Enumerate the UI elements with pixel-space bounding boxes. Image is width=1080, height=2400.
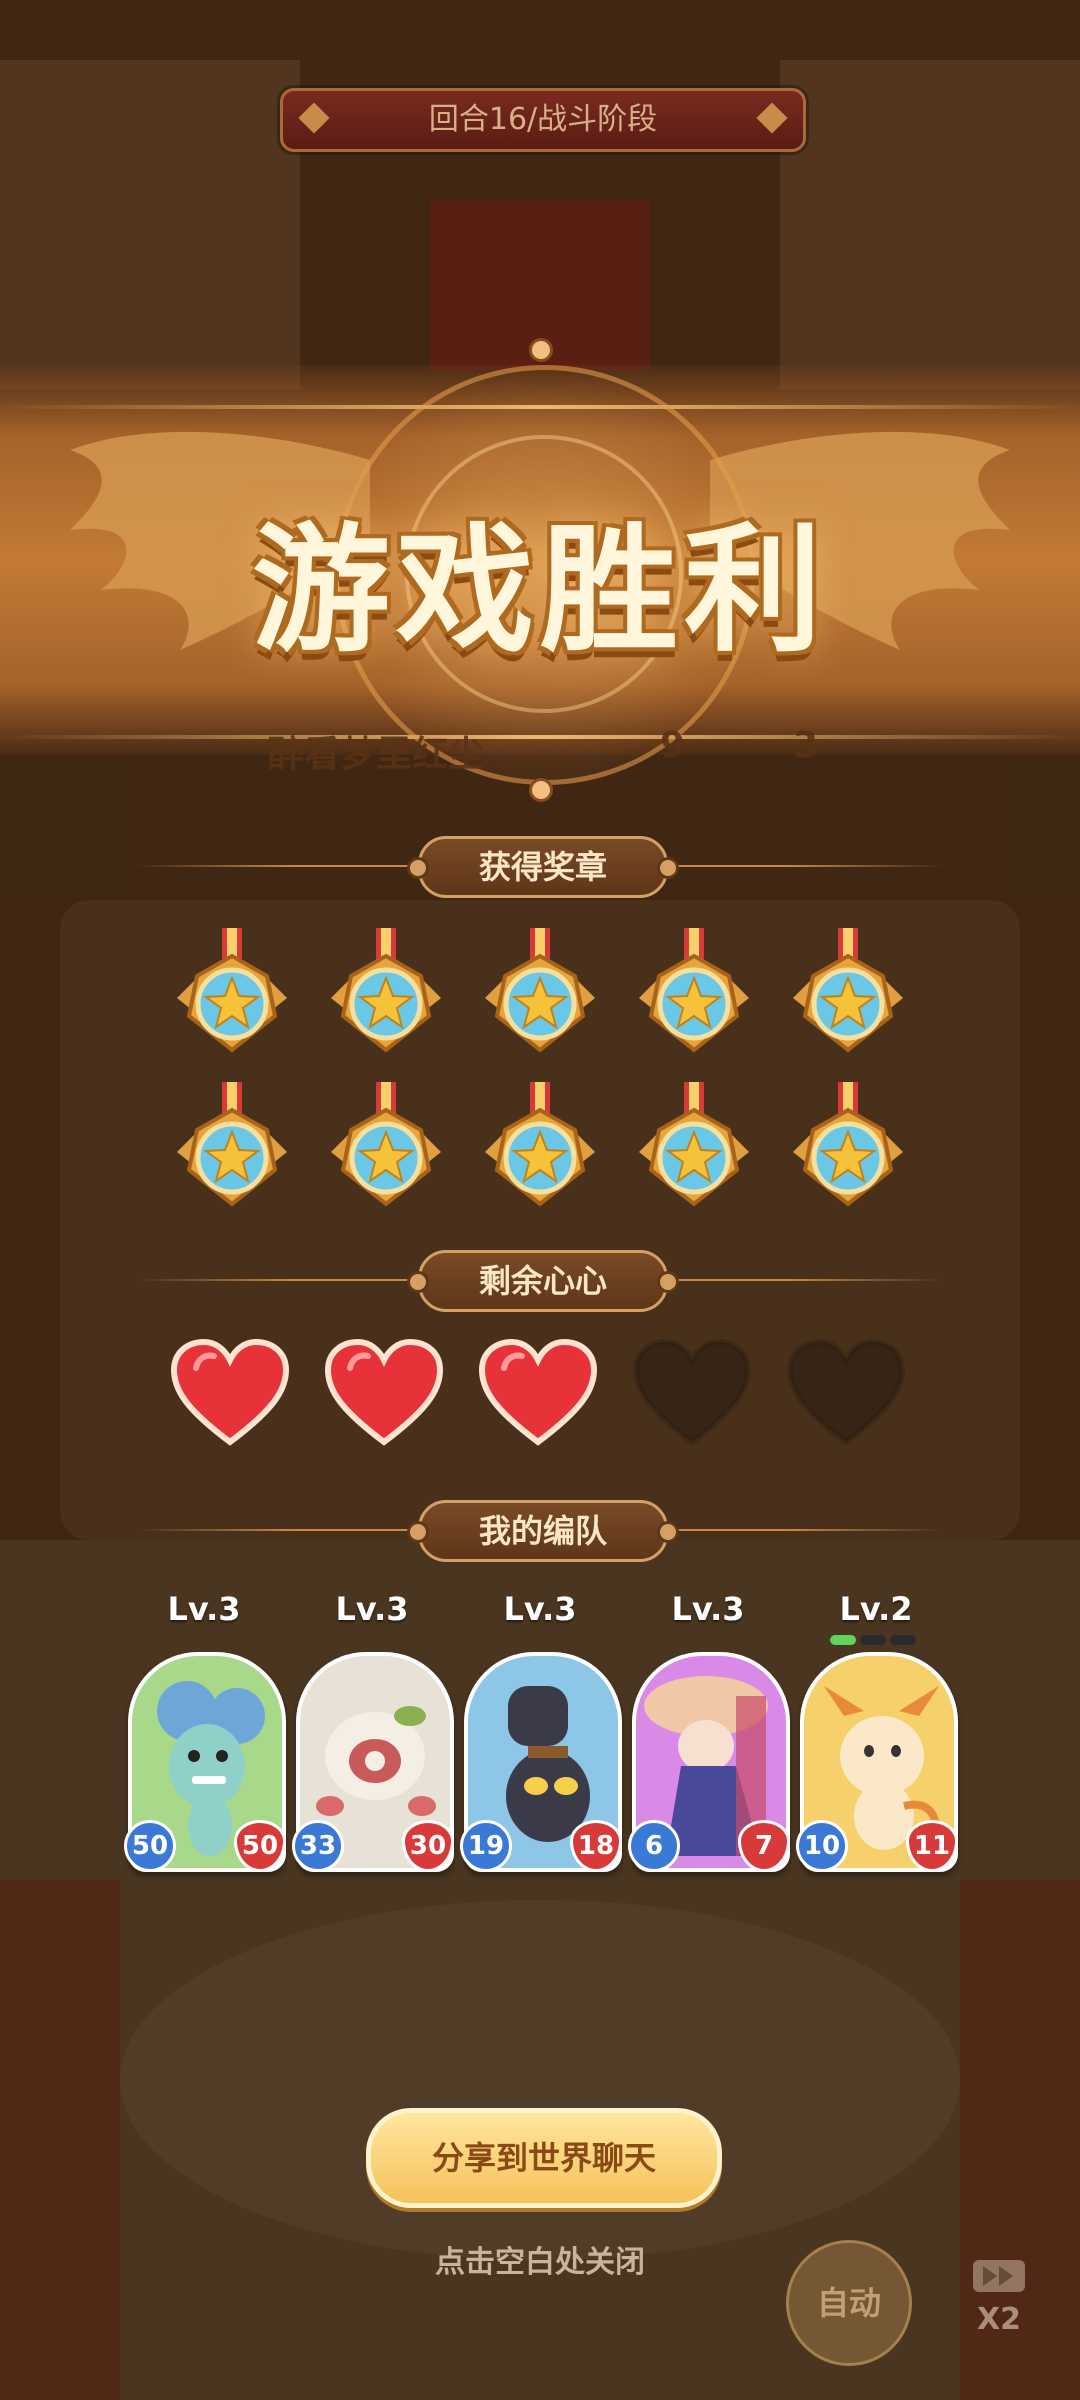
hearts-section-title: 剩余心心 <box>407 1250 679 1312</box>
auto-battle-button[interactable]: 自动 <box>786 2240 912 2366</box>
background-player-stat-b: 3 <box>793 725 819 766</box>
progress-pip <box>890 1635 916 1645</box>
team-section-header: 我的编队 <box>135 1500 945 1562</box>
team-4-level: Lv.3 <box>671 1590 745 1628</box>
team-4-attack-badge: 6 <box>628 1820 680 1872</box>
speed-label: X2 <box>976 2302 1021 2337</box>
close-hint: 点击空白处关闭 <box>435 2245 645 2280</box>
star-medal-icon <box>629 1082 759 1222</box>
star-medal-icon <box>321 928 451 1068</box>
speed-toggle-button[interactable]: X2 <box>966 2258 1032 2337</box>
team-2-attack-badge: 33 <box>292 1820 344 1872</box>
star-medal-icon <box>783 1082 913 1222</box>
star-medal-icon <box>321 1082 451 1222</box>
background-player-name: 醉看梦里红尘 <box>268 734 485 775</box>
progress-pip <box>830 1635 856 1645</box>
star-medal-icon <box>629 928 759 1068</box>
team-section-title: 我的编队 <box>407 1500 679 1562</box>
team-5-level: Lv.2 <box>839 1590 913 1628</box>
share-to-world-chat-button[interactable]: 分享到世界聊天 <box>366 2108 722 2208</box>
round-banner: 回合16/战斗阶段 <box>280 88 806 152</box>
team-2-level: Lv.3 <box>335 1590 409 1628</box>
star-medal-icon <box>475 928 605 1068</box>
star-medal-icon <box>783 928 913 1068</box>
team-3-level: Lv.3 <box>503 1590 577 1628</box>
fast-forward-icon <box>973 2260 1025 2292</box>
heart-icon <box>170 1338 290 1448</box>
star-medal-icon <box>167 928 297 1068</box>
empty-heart-icon <box>632 1338 752 1448</box>
hearts-section-header: 剩余心心 <box>135 1250 945 1312</box>
progress-pip <box>860 1635 886 1645</box>
empty-heart-icon <box>786 1338 906 1448</box>
ribbon-top-gem <box>529 338 553 362</box>
heart-icon <box>478 1338 598 1448</box>
team-5-progress-pips <box>830 1630 920 1645</box>
team-3-attack-badge: 19 <box>460 1820 512 1872</box>
team-5-attack-badge: 10 <box>796 1820 848 1872</box>
star-medal-icon <box>167 1082 297 1222</box>
medals-section-title: 获得奖章 <box>407 836 679 898</box>
team-1-attack-badge: 50 <box>124 1820 176 1872</box>
victory-title: 游戏胜利 <box>251 510 828 671</box>
heart-icon <box>324 1338 444 1448</box>
ribbon-bottom-gem <box>529 778 553 802</box>
medals-section-header: 获得奖章 <box>135 836 945 898</box>
star-medal-icon <box>475 1082 605 1222</box>
team-1-level: Lv.3 <box>167 1590 241 1628</box>
background-player-stat-a: 9 <box>660 725 686 766</box>
